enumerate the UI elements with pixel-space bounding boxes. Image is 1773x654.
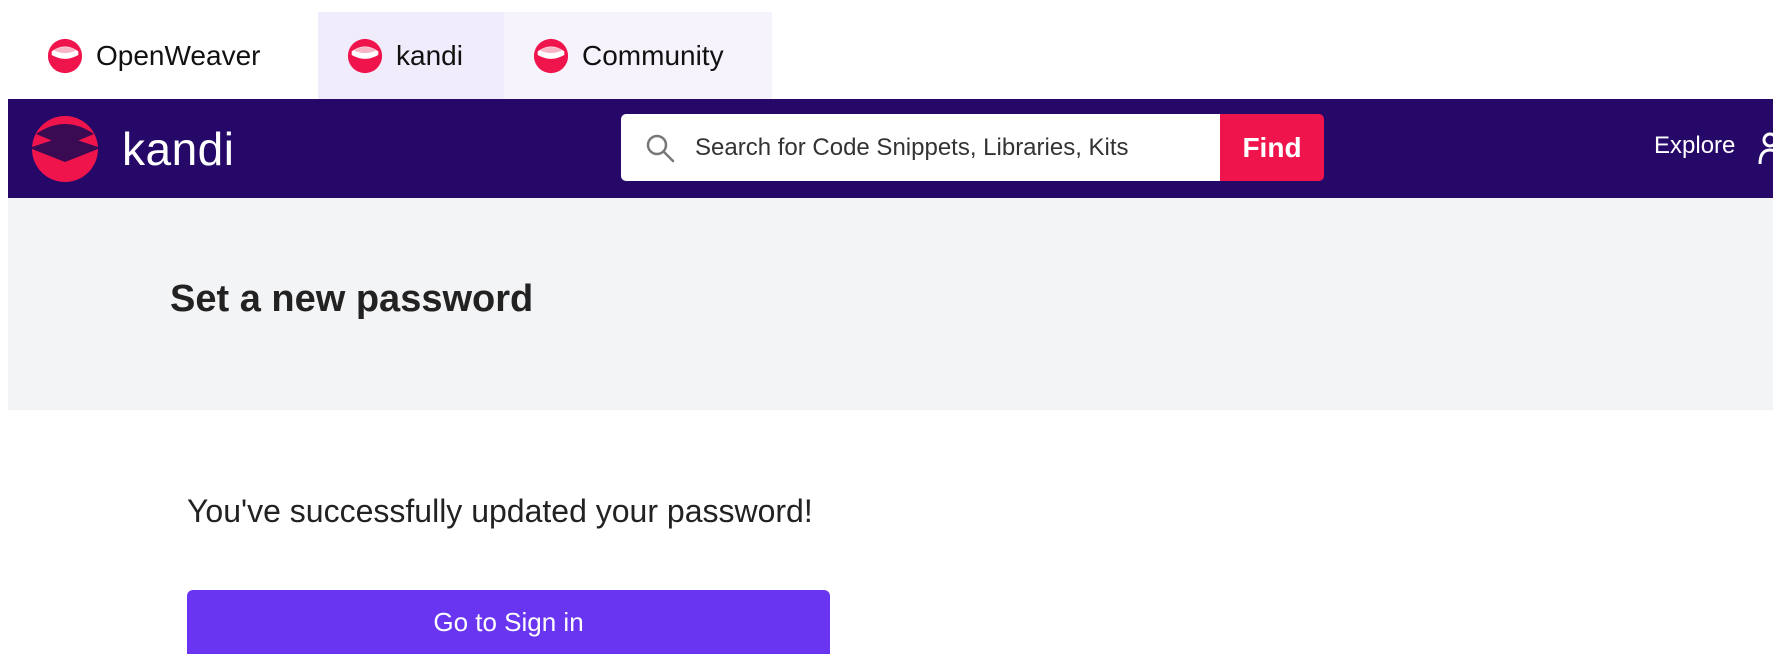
tab-kandi-label: kandi — [396, 39, 463, 71]
openweaver-logo-icon — [47, 38, 83, 73]
tab-community[interactable]: Community — [504, 12, 772, 99]
kandi-logo-icon — [347, 38, 383, 73]
search-input[interactable] — [693, 132, 1203, 163]
kandi-logo-icon — [32, 116, 98, 182]
community-logo-icon — [533, 38, 569, 73]
find-button[interactable]: Find — [1220, 114, 1324, 181]
title-band: Set a new password — [8, 198, 1773, 410]
tab-openweaver-label: OpenWeaver — [96, 39, 261, 71]
search-icon — [646, 134, 675, 162]
tab-kandi[interactable]: kandi — [318, 12, 504, 99]
app-header: kandi Find Explore — [8, 99, 1773, 198]
explore-link[interactable]: Explore — [1654, 132, 1735, 160]
search-bar — [621, 114, 1220, 181]
go-to-sign-in-button[interactable]: Go to Sign in — [187, 590, 830, 654]
product-switcher: OpenWeaver kandi Community — [0, 0, 1773, 99]
kandi-logo-text: kandi — [122, 123, 235, 175]
page-title: Set a new password — [170, 278, 534, 320]
tab-community-label: Community — [582, 39, 724, 71]
tab-openweaver[interactable]: OpenWeaver — [30, 12, 318, 99]
explore-icon[interactable] — [1758, 132, 1773, 166]
success-message: You've successfully updated your passwor… — [187, 493, 813, 529]
kandi-home-link[interactable]: kandi — [30, 114, 234, 184]
